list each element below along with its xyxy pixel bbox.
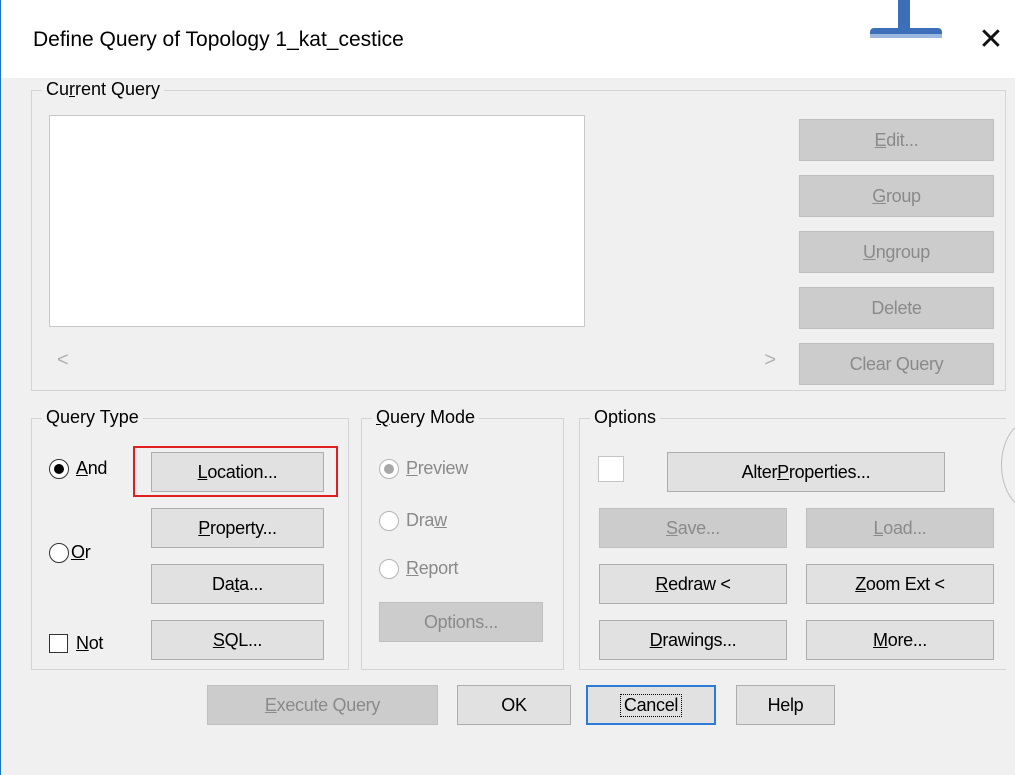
close-icon: ✕ bbox=[978, 22, 1004, 56]
or-label[interactable]: Or bbox=[71, 542, 91, 563]
delete-button[interactable]: Delete bbox=[799, 287, 994, 329]
close-button[interactable]: ✕ bbox=[966, 14, 1015, 64]
drawings-button[interactable]: Drawings... bbox=[599, 620, 787, 660]
not-label[interactable]: Not bbox=[76, 633, 103, 654]
query-type-label: Query Type bbox=[42, 407, 143, 428]
property-button[interactable]: Property... bbox=[151, 508, 324, 548]
horizontal-scrollbar[interactable]: < > bbox=[49, 345, 784, 379]
or-radio[interactable] bbox=[49, 543, 69, 563]
mode-options-button[interactable]: Options... bbox=[379, 602, 543, 642]
and-label[interactable]: And bbox=[76, 458, 107, 479]
execute-query-button[interactable]: Execute Query bbox=[207, 685, 438, 725]
sql-button[interactable]: S QL... bbox=[151, 620, 324, 660]
data-button[interactable]: Da t a... bbox=[151, 564, 324, 604]
location-highlight-box bbox=[133, 446, 338, 497]
scroll-right-icon[interactable]: > bbox=[764, 349, 776, 372]
draw-radio[interactable] bbox=[379, 511, 399, 531]
help-button[interactable]: Help bbox=[736, 685, 835, 725]
edit-button[interactable]: Edit... bbox=[799, 119, 994, 161]
window-title: Define Query of Topology 1_kat_cestice bbox=[33, 28, 404, 51]
load-button[interactable]: Load... bbox=[806, 508, 994, 548]
query-mode-label: Query Mode bbox=[372, 407, 480, 428]
redraw-button[interactable]: Redraw < bbox=[599, 564, 787, 604]
group-button[interactable]: Group bbox=[799, 175, 994, 217]
save-button[interactable]: Save... bbox=[599, 508, 787, 548]
scroll-left-icon[interactable]: < bbox=[57, 349, 69, 372]
cancel-button[interactable]: Cancel bbox=[586, 685, 716, 725]
report-label[interactable]: Report bbox=[406, 558, 459, 579]
pin-icon bbox=[870, 0, 942, 38]
preview-radio[interactable] bbox=[379, 459, 399, 479]
clear-query-button[interactable]: Clear Query bbox=[799, 343, 994, 385]
alter-properties-button[interactable]: Alter Properties... bbox=[667, 452, 945, 492]
dialog-window: Define Query of Topology 1_kat_cestice ✕… bbox=[0, 0, 1015, 775]
report-radio[interactable] bbox=[379, 559, 399, 579]
zoom-ext-button[interactable]: Zoom Ext < bbox=[806, 564, 994, 604]
ok-button[interactable]: OK bbox=[457, 685, 571, 725]
title-bar: Define Query of Topology 1_kat_cestice ✕ bbox=[1, 0, 1015, 78]
preview-label[interactable]: Preview bbox=[406, 458, 468, 479]
and-radio[interactable] bbox=[49, 459, 69, 479]
more-button[interactable]: More... bbox=[806, 620, 994, 660]
draw-label[interactable]: Draw bbox=[406, 510, 447, 531]
current-query-label: Current Query bbox=[42, 79, 165, 100]
current-query-list[interactable] bbox=[49, 115, 585, 327]
ungroup-button[interactable]: Ungroup bbox=[799, 231, 994, 273]
options-label: Options bbox=[590, 407, 661, 428]
not-checkbox[interactable] bbox=[49, 634, 68, 653]
options-checkbox[interactable] bbox=[598, 456, 624, 482]
